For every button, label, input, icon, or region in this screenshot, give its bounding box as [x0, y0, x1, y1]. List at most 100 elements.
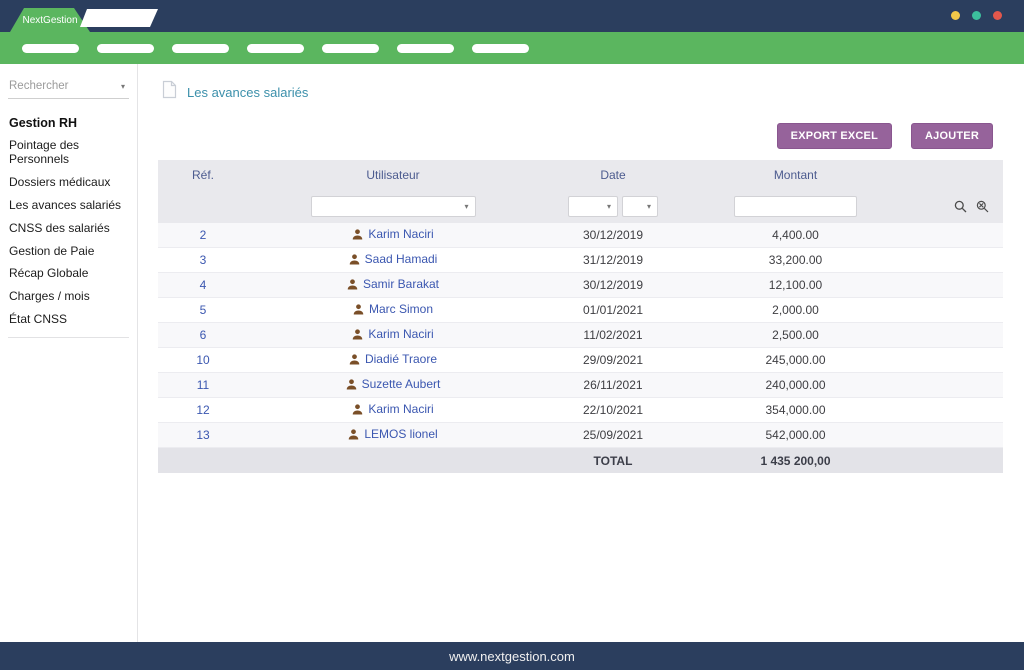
nav-pill-3[interactable] [172, 44, 229, 53]
user-icon [352, 404, 363, 415]
table-row: 4 Samir Barakat 30/12/2019 12,100.00 [158, 273, 1003, 298]
user-link[interactable]: Karim Naciri [352, 402, 433, 416]
window-titlebar: NextGestion [0, 0, 1024, 32]
date-filter-select-2[interactable]: ▾ [622, 196, 658, 217]
nav-pill-6[interactable] [397, 44, 454, 53]
table-header: Réf. Utilisateur Date Montant ▾ [158, 160, 1003, 223]
document-icon [162, 80, 177, 104]
date-cell: 01/01/2021 [538, 303, 688, 317]
amount-cell: 542,000.00 [688, 428, 903, 442]
sidebar: Rechercher ▾ Gestion RH Pointage des Per… [0, 64, 138, 642]
nav-pill-5[interactable] [322, 44, 379, 53]
date-cell: 31/12/2019 [538, 253, 688, 267]
chevron-down-icon: ▾ [647, 202, 651, 211]
table-body: 2 Karim Naciri 30/12/2019 4,400.00 3 Saa… [158, 223, 1003, 448]
window-dots [951, 11, 1002, 20]
table-column-labels: Réf. Utilisateur Date Montant [158, 160, 1003, 190]
sidebar-search-placeholder: Rechercher [9, 80, 68, 92]
user-name: Diadié Traore [365, 352, 437, 366]
user-link[interactable]: Marc Simon [353, 302, 433, 316]
ref-link[interactable]: 13 [196, 428, 209, 442]
ref-link[interactable]: 4 [200, 278, 207, 292]
user-link[interactable]: Karim Naciri [352, 327, 433, 341]
date-cell: 30/12/2019 [538, 228, 688, 242]
user-name: Samir Barakat [363, 277, 439, 291]
amount-cell: 245,000.00 [688, 353, 903, 367]
page-title: Les avances salariés [187, 85, 308, 100]
ref-link[interactable]: 6 [200, 328, 207, 342]
column-header-ref[interactable]: Réf. [158, 168, 248, 182]
nav-pill-7[interactable] [472, 44, 529, 53]
sidebar-item-pointage[interactable]: Pointage des Personnels [8, 134, 129, 171]
sidebar-item-charges-mois[interactable]: Charges / mois [8, 285, 129, 308]
amount-cell: 354,000.00 [688, 403, 903, 417]
sidebar-item-recap-globale[interactable]: Récap Globale [8, 262, 129, 285]
amount-filter-input[interactable] [734, 196, 857, 217]
page-header: Les avances salariés [138, 64, 1024, 104]
ref-link[interactable]: 5 [200, 303, 207, 317]
sidebar-item-gestion-paie[interactable]: Gestion de Paie [8, 239, 129, 262]
window-dot-yellow[interactable] [951, 11, 960, 20]
column-header-montant[interactable]: Montant [688, 168, 903, 182]
user-filter-select[interactable]: ▾ [311, 196, 476, 217]
chevron-down-icon: ▾ [464, 202, 468, 211]
user-link[interactable]: Suzette Aubert [346, 377, 441, 391]
user-icon [348, 429, 359, 440]
user-icon [346, 379, 357, 390]
sidebar-divider [8, 337, 129, 338]
chevron-down-icon: ▾ [121, 82, 125, 91]
table-filter-row: ▾ ▾ ▾ [158, 190, 1003, 223]
sidebar-section-title: Gestion RH [9, 116, 129, 130]
amount-cell: 4,400.00 [688, 228, 903, 242]
content-panel: Les avances salariés EXPORT EXCEL AJOUTE… [138, 64, 1024, 642]
user-name: Karim Naciri [368, 327, 433, 341]
user-name: Suzette Aubert [362, 377, 441, 391]
user-icon [352, 329, 363, 340]
main-area: Rechercher ▾ Gestion RH Pointage des Per… [0, 64, 1024, 642]
app-window: NextGestion Rechercher ▾ Gestion RH Poin… [0, 0, 1024, 670]
header-decoration-slab [80, 9, 158, 27]
ref-link[interactable]: 12 [196, 403, 209, 417]
amount-cell: 33,200.00 [688, 253, 903, 267]
nav-pill-1[interactable] [22, 44, 79, 53]
brand-tab[interactable]: NextGestion [10, 8, 90, 32]
ref-link[interactable]: 10 [196, 353, 209, 367]
clear-search-icon[interactable] [976, 200, 989, 213]
column-header-date[interactable]: Date [538, 168, 688, 182]
user-icon [349, 354, 360, 365]
user-link[interactable]: Diadié Traore [349, 352, 437, 366]
user-link[interactable]: Saad Hamadi [349, 252, 438, 266]
user-link[interactable]: Karim Naciri [352, 227, 433, 241]
user-link[interactable]: Samir Barakat [347, 277, 439, 291]
window-dot-red[interactable] [993, 11, 1002, 20]
nav-pill-4[interactable] [247, 44, 304, 53]
search-icon[interactable] [954, 200, 967, 213]
total-value: 1 435 200,00 [688, 454, 903, 468]
date-cell: 30/12/2019 [538, 278, 688, 292]
column-header-utilisateur[interactable]: Utilisateur [248, 168, 538, 182]
footer-bar: www.nextgestion.com [0, 642, 1024, 670]
sidebar-item-avances-salaries[interactable]: Les avances salariés [8, 194, 129, 217]
user-icon [349, 254, 360, 265]
window-dot-teal[interactable] [972, 11, 981, 20]
ajouter-button[interactable]: AJOUTER [911, 123, 993, 149]
amount-cell: 240,000.00 [688, 378, 903, 392]
export-excel-button[interactable]: EXPORT EXCEL [777, 123, 892, 149]
table-row: 11 Suzette Aubert 26/11/2021 240,000.00 [158, 373, 1003, 398]
sidebar-search-select[interactable]: Rechercher ▾ [8, 78, 129, 99]
sidebar-item-cnss-salaries[interactable]: CNSS des salariés [8, 216, 129, 239]
advances-table: Réf. Utilisateur Date Montant ▾ [158, 160, 1003, 473]
ref-link[interactable]: 3 [200, 253, 207, 267]
ref-link[interactable]: 2 [200, 228, 207, 242]
user-name: Karim Naciri [368, 227, 433, 241]
nav-pill-2[interactable] [97, 44, 154, 53]
sidebar-item-etat-cnss[interactable]: État CNSS [8, 307, 129, 330]
ref-link[interactable]: 11 [197, 378, 209, 392]
user-name: Saad Hamadi [365, 252, 438, 266]
table-row: 6 Karim Naciri 11/02/2021 2,500.00 [158, 323, 1003, 348]
user-link[interactable]: LEMOS lionel [348, 427, 437, 441]
date-filter-select-1[interactable]: ▾ [568, 196, 618, 217]
main-nav [0, 32, 1024, 64]
table-row: 2 Karim Naciri 30/12/2019 4,400.00 [158, 223, 1003, 248]
sidebar-item-dossiers-medicaux[interactable]: Dossiers médicaux [8, 171, 129, 194]
